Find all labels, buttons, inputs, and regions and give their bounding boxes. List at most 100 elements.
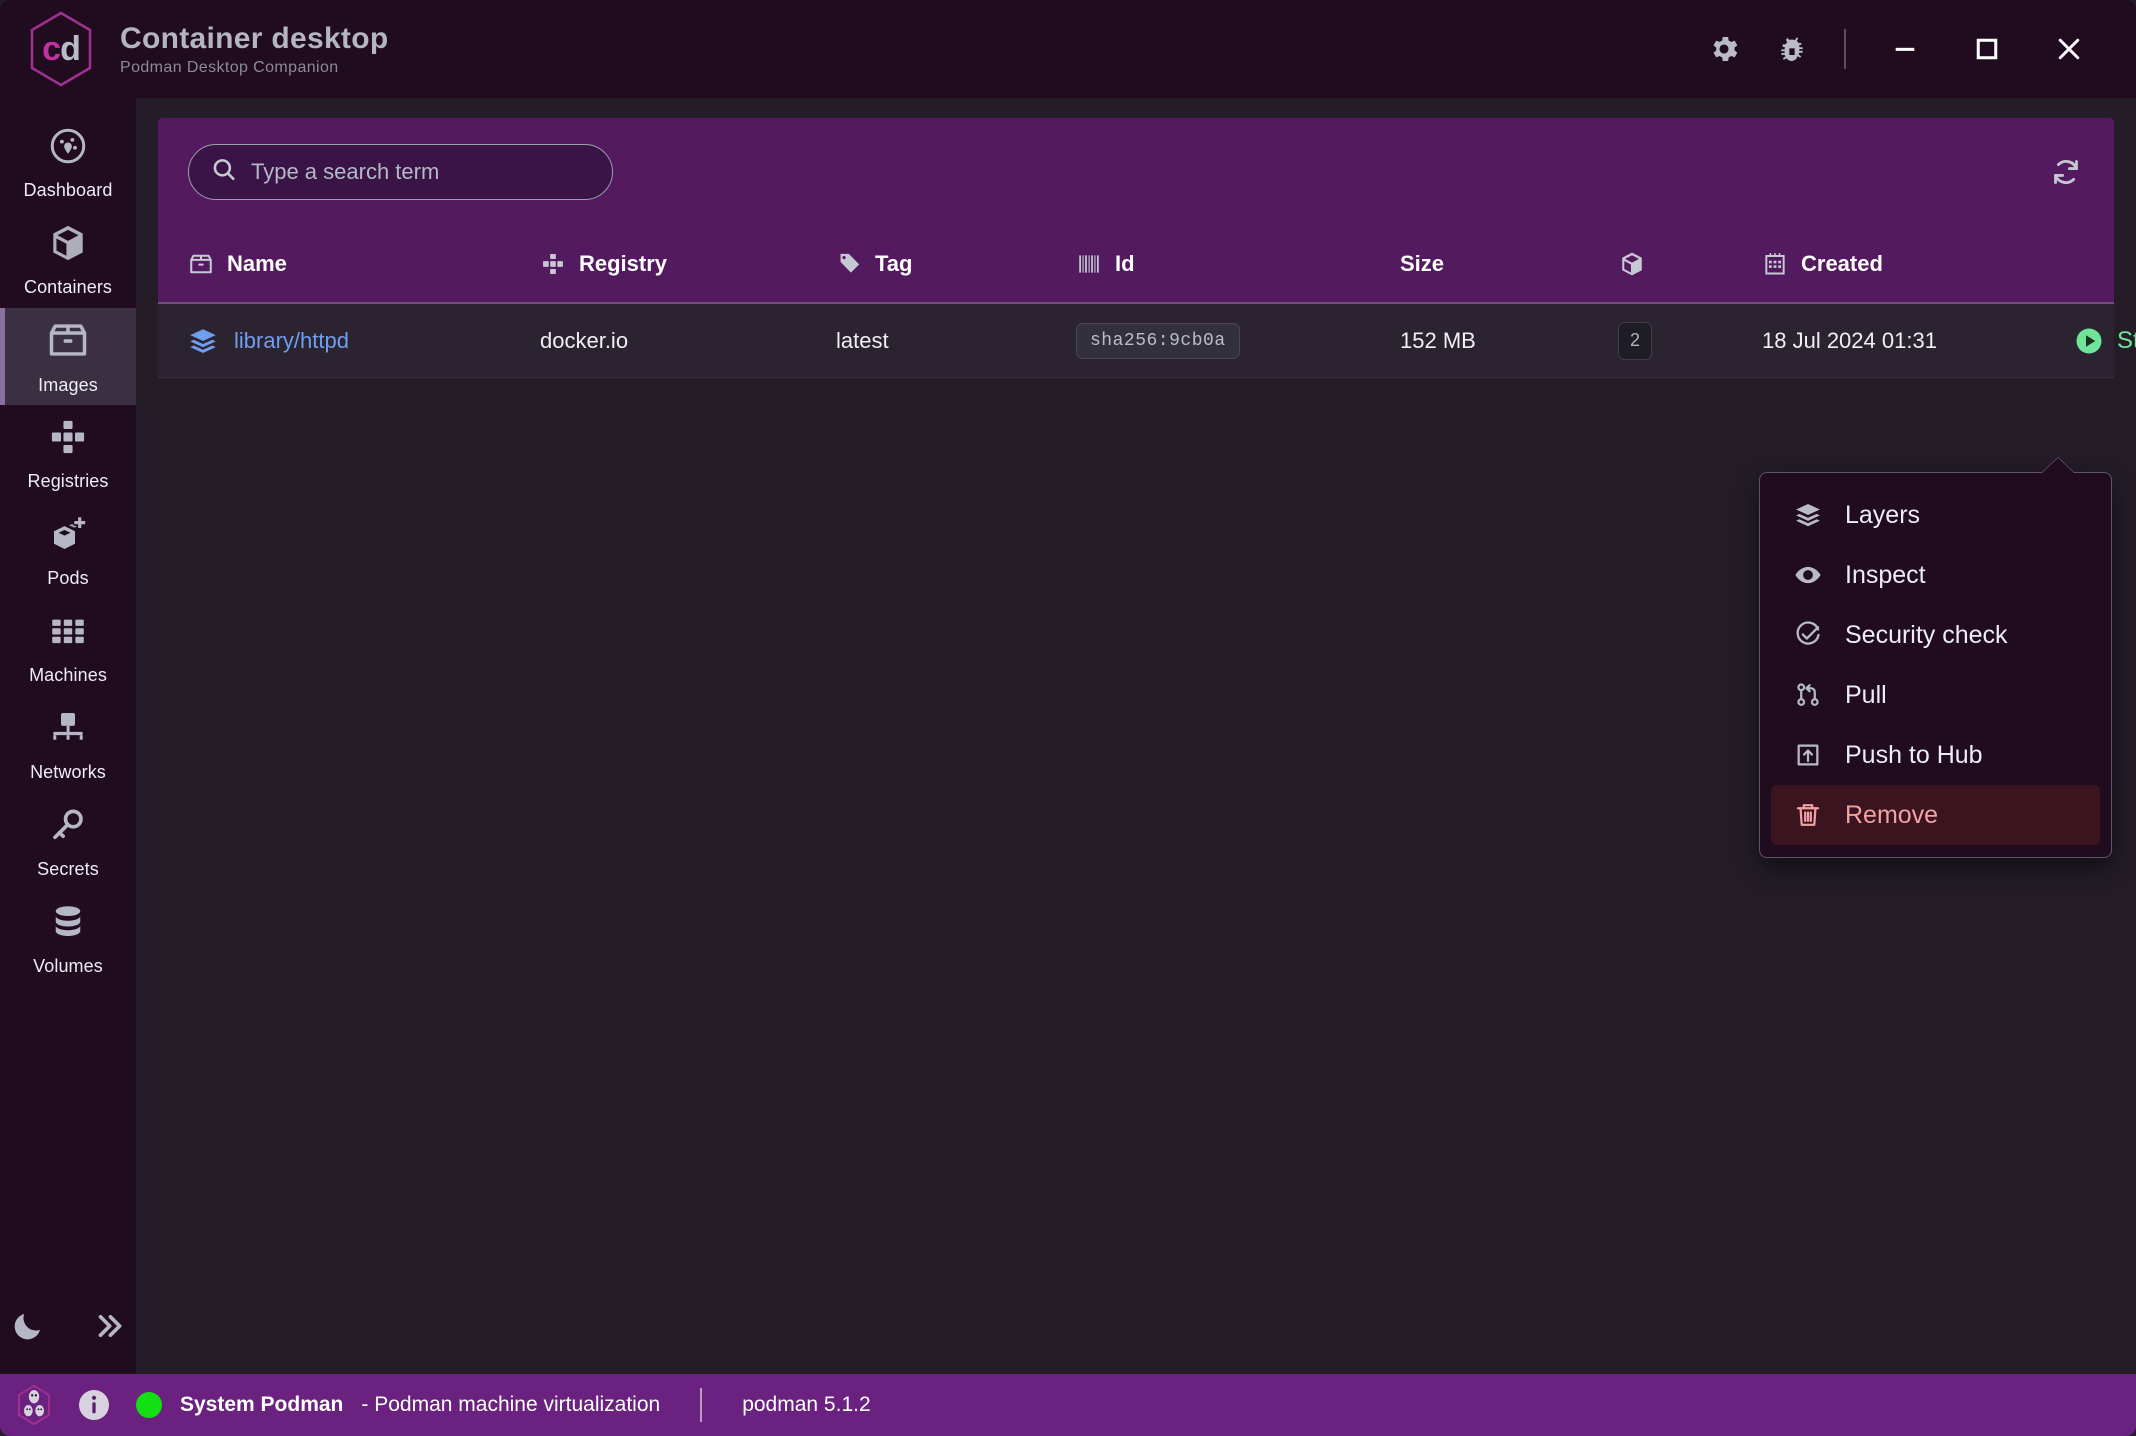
brand-text: Container desktop Podman Desktop Compani… — [120, 22, 388, 77]
registry-icon — [540, 251, 566, 277]
sidebar-item-registries[interactable]: Registries — [0, 405, 136, 502]
logo-letter-c: c — [42, 29, 61, 68]
layers-icon — [188, 326, 218, 356]
status-bar-content: System Podman - Podman machine virtualiz… — [136, 1388, 871, 1422]
connection-name: System Podman — [180, 1393, 344, 1416]
body: Dashboard Containers Images Registries P… — [0, 98, 2136, 1374]
cell-size: 152 MB — [1400, 327, 1476, 353]
barcode-icon — [1076, 251, 1102, 277]
cube-icon — [47, 222, 89, 269]
images-table: Name Registry Tag Id Size Created librar… — [158, 226, 2136, 378]
start-button[interactable]: Start — [2062, 318, 2136, 364]
status-bar-left — [0, 1374, 136, 1436]
tag-icon — [836, 251, 862, 277]
sidebar-item-machines[interactable]: Machines — [0, 599, 136, 696]
connection-description: - Podman machine virtualization — [361, 1393, 661, 1416]
machines-icon — [47, 610, 89, 657]
menu-item-label: Push to Hub — [1845, 740, 1983, 769]
sidebar-nav: Dashboard Containers Images Registries P… — [0, 98, 136, 987]
close-button[interactable] — [2028, 18, 2110, 80]
cell-created: 18 Jul 2024 01:31 — [1762, 327, 1937, 353]
sidebar-item-label: Machines — [29, 664, 107, 685]
layers-icon — [1793, 501, 1823, 529]
column-header-size[interactable]: Size — [1326, 251, 1574, 277]
cell-container-count: 2 — [1574, 321, 1762, 360]
column-header-id[interactable]: Id — [1076, 251, 1326, 277]
settings-button[interactable] — [1690, 18, 1758, 80]
database-icon — [47, 901, 89, 948]
sidebar-item-label: Volumes — [33, 955, 103, 976]
menu-item-push-to-hub[interactable]: Push to Hub — [1771, 725, 2100, 785]
key-icon — [47, 804, 89, 851]
info-button[interactable] — [76, 1387, 112, 1423]
menu-item-label: Remove — [1845, 800, 1939, 829]
panel-toolbar — [158, 118, 2114, 226]
sidebar-item-dashboard[interactable]: Dashboard — [0, 114, 136, 211]
menu-item-layers[interactable]: Layers — [1771, 485, 2100, 545]
sidebar-item-containers[interactable]: Containers — [0, 211, 136, 308]
troubleshoot-button[interactable] — [1758, 18, 1826, 80]
minimize-icon — [1895, 47, 1915, 51]
menu-item-label: Pull — [1845, 680, 1887, 709]
status-indicator-dot — [136, 1392, 162, 1418]
image-id-badge: sha256:9cb0a — [1076, 322, 1240, 359]
gear-icon — [1713, 36, 1738, 62]
cell-name: library/httpd — [188, 326, 540, 356]
status-bar: System Podman - Podman machine virtualiz… — [0, 1374, 2136, 1436]
double-chevron-right-icon — [98, 1314, 122, 1338]
push-icon — [1793, 741, 1823, 769]
column-header-registry[interactable]: Registry — [540, 251, 836, 277]
sidebar-item-images[interactable]: Images — [0, 308, 136, 405]
git-pull-icon — [1793, 681, 1823, 709]
pods-icon — [47, 513, 89, 560]
maximize-icon — [1976, 38, 1998, 60]
images-panel: Name — [158, 118, 2136, 378]
sidebar-item-pods[interactable]: Pods — [0, 502, 136, 599]
close-icon — [2058, 38, 2080, 60]
cell-id: sha256:9cb0a — [1076, 322, 1326, 359]
menu-item-label: Security check — [1845, 620, 2008, 649]
status-bar-divider — [700, 1388, 703, 1422]
column-header-created[interactable]: Created — [1762, 251, 2062, 277]
calendar-icon — [1762, 251, 1788, 277]
search-input[interactable] — [188, 144, 613, 200]
container-count-badge: 2 — [1618, 321, 1652, 360]
start-button-label: Start — [2117, 326, 2136, 354]
sidebar-bottom-controls — [0, 1278, 136, 1374]
sidebar-item-volumes[interactable]: Volumes — [0, 890, 136, 987]
image-name-link[interactable]: library/httpd — [234, 328, 349, 354]
table-row[interactable]: library/httpd docker.io latest sha256:9c… — [158, 304, 2136, 378]
menu-item-inspect[interactable]: Inspect — [1771, 545, 2100, 605]
cell-registry: docker.io — [540, 327, 629, 353]
column-header-label: Registry — [579, 251, 668, 276]
bug-icon — [1781, 37, 1803, 61]
menu-item-pull[interactable]: Pull — [1771, 665, 2100, 725]
registry-icon — [47, 416, 89, 463]
podman-logo-button[interactable] — [14, 1383, 54, 1427]
sidebar-item-networks[interactable]: Networks — [0, 696, 136, 793]
main-content: Name — [136, 98, 2136, 1374]
podman-logo-icon — [18, 1384, 51, 1426]
menu-item-security-check[interactable]: Security check — [1771, 605, 2100, 665]
table-header: Name Registry Tag Id Size Created — [158, 226, 2114, 304]
minimize-button[interactable] — [1864, 18, 1946, 80]
theme-toggle-button[interactable] — [10, 1308, 46, 1344]
eye-icon — [1793, 561, 1823, 589]
column-header-containers[interactable] — [1574, 250, 1762, 278]
sidebar-item-label: Images — [38, 374, 98, 395]
title-bar: cd Container desktop Podman Desktop Comp… — [0, 0, 2136, 98]
column-header-label: Id — [1115, 251, 1135, 276]
sidebar-item-secrets[interactable]: Secrets — [0, 793, 136, 890]
sidebar: Dashboard Containers Images Registries P… — [0, 98, 136, 1374]
maximize-button[interactable] — [1946, 18, 2028, 80]
gauge-icon — [47, 125, 89, 172]
column-header-tag[interactable]: Tag — [836, 251, 1076, 277]
podman-version: podman 5.1.2 — [742, 1393, 871, 1416]
menu-item-remove[interactable]: Remove — [1771, 785, 2100, 845]
column-header-name[interactable]: Name — [188, 251, 540, 277]
row-context-menu: Layers Inspect Security check Pull Push … — [1759, 472, 2112, 858]
expand-sidebar-button[interactable] — [92, 1309, 126, 1343]
refresh-button[interactable] — [2038, 144, 2094, 200]
sidebar-item-label: Pods — [47, 567, 89, 588]
app-logo-icon: cd — [22, 9, 100, 89]
